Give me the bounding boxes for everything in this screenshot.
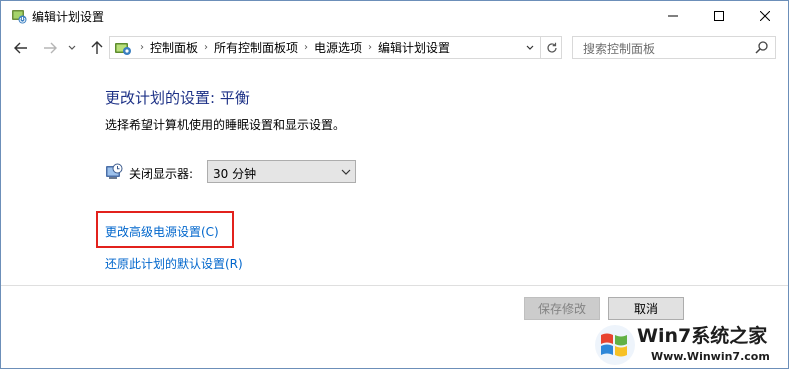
minimize-button[interactable] bbox=[650, 1, 696, 31]
footer-divider bbox=[1, 285, 788, 286]
breadcrumb-separator-icon: › bbox=[304, 42, 309, 53]
window-title: 编辑计划设置 bbox=[32, 10, 105, 24]
edit-plan-settings-window: 编辑计划设置 › 控制面板 › 所有控制面板项 › 电源选项 › 编辑计划设置 … bbox=[0, 0, 789, 369]
page-description: 选择希望计算机使用的睡眠设置和显示设置。 bbox=[105, 118, 346, 132]
display-off-select[interactable]: 30 分钟 bbox=[207, 160, 356, 183]
search-placeholder: 搜索控制面板 bbox=[583, 42, 656, 56]
display-off-label: 关闭显示器: bbox=[129, 167, 194, 181]
breadcrumb-separator-icon: › bbox=[368, 42, 373, 53]
breadcrumb-all-items[interactable]: 所有控制面板项 bbox=[214, 39, 298, 56]
breadcrumb-power-options[interactable]: 电源选项 bbox=[314, 39, 362, 56]
watermark-brand: Win7系统之家 bbox=[637, 325, 768, 347]
up-button[interactable] bbox=[87, 38, 107, 58]
title-bar: 编辑计划设置 bbox=[1, 1, 788, 31]
search-icon bbox=[755, 41, 768, 54]
windows-logo-icon bbox=[595, 325, 635, 365]
breadcrumb-edit-plan[interactable]: 编辑计划设置 bbox=[378, 39, 450, 56]
forward-button[interactable] bbox=[40, 38, 60, 58]
restore-defaults-link[interactable]: 还原此计划的默认设置(R) bbox=[105, 255, 243, 272]
close-button[interactable] bbox=[742, 1, 788, 31]
search-box[interactable]: 搜索控制面板 bbox=[572, 36, 776, 59]
refresh-icon bbox=[546, 42, 557, 53]
chevron-down-icon bbox=[526, 45, 534, 50]
advanced-power-settings-link[interactable]: 更改高级电源设置(C) bbox=[105, 223, 219, 240]
breadcrumb-separator-icon: › bbox=[140, 42, 144, 53]
address-bar[interactable]: › 控制面板 › 所有控制面板项 › 电源选项 › 编辑计划设置 bbox=[109, 36, 562, 59]
recent-chevron-icon bbox=[68, 45, 76, 50]
refresh-button[interactable] bbox=[540, 37, 562, 58]
breadcrumb-control-panel[interactable]: 控制面板 bbox=[150, 39, 198, 56]
close-icon bbox=[760, 11, 770, 21]
address-dropdown-button[interactable] bbox=[521, 37, 539, 58]
page-heading: 更改计划的设置: 平衡 bbox=[105, 89, 250, 107]
up-arrow-icon bbox=[91, 41, 103, 54]
back-arrow-icon bbox=[14, 42, 27, 54]
maximize-button[interactable] bbox=[696, 1, 742, 31]
breadcrumb-separator-icon: › bbox=[204, 42, 209, 53]
save-changes-button[interactable]: 保存修改 bbox=[524, 297, 600, 320]
control-panel-icon bbox=[115, 42, 131, 55]
minimize-icon bbox=[668, 15, 678, 17]
power-options-icon bbox=[12, 10, 27, 24]
forward-arrow-icon bbox=[44, 42, 57, 54]
chevron-down-icon bbox=[341, 169, 351, 175]
display-off-value: 30 分钟 bbox=[213, 167, 257, 181]
back-button[interactable] bbox=[11, 38, 31, 58]
monitor-clock-icon bbox=[106, 163, 123, 179]
cancel-button[interactable]: 取消 bbox=[608, 297, 684, 320]
recent-locations-button[interactable] bbox=[65, 38, 79, 58]
watermark-url: Www.Winwin7.com bbox=[651, 350, 770, 363]
maximize-icon bbox=[714, 11, 724, 21]
breadcrumb: › 控制面板 › 所有控制面板项 › 电源选项 › 编辑计划设置 bbox=[110, 37, 454, 58]
watermark: Win7系统之家 Www.Winwin7.com bbox=[591, 319, 788, 368]
